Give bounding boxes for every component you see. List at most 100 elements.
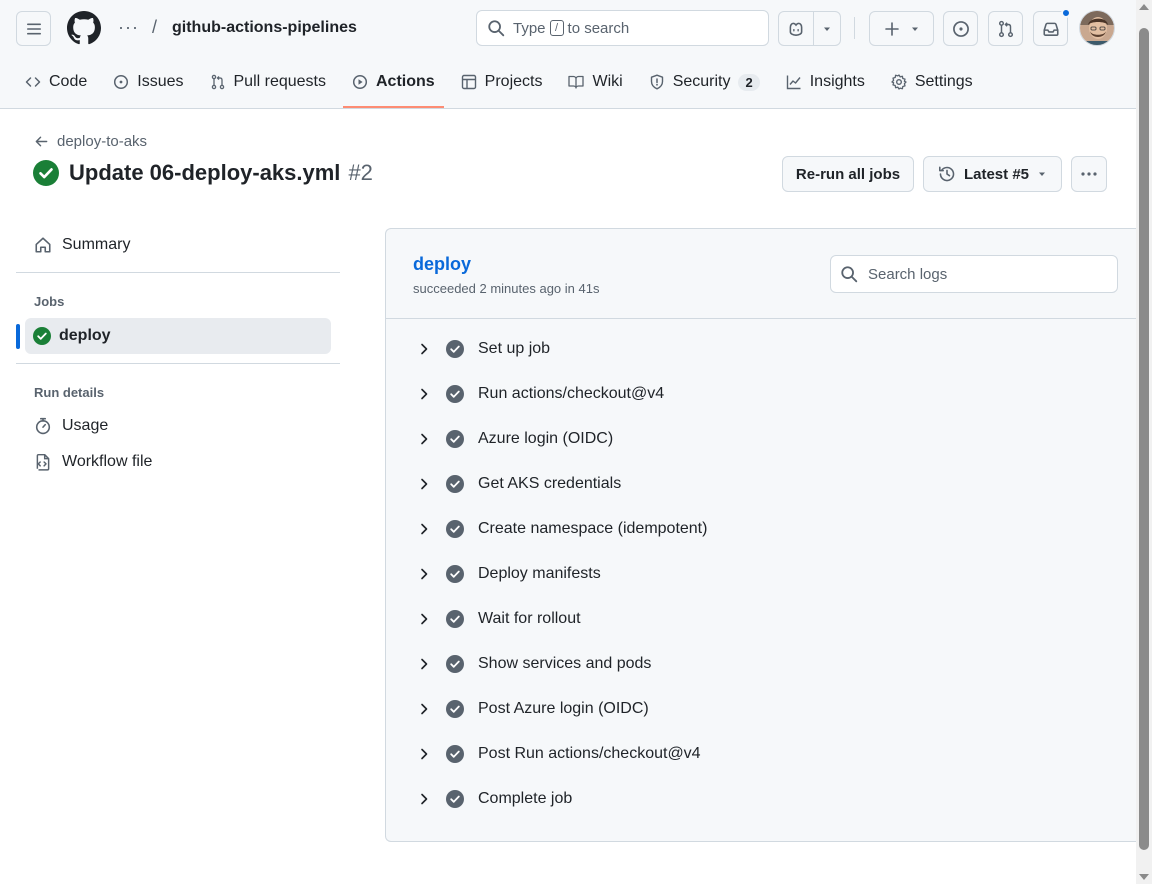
tab-label: Wiki: [592, 73, 623, 90]
job-step[interactable]: Show services and pods: [386, 641, 1137, 686]
search-icon: [488, 20, 505, 37]
your-pull-requests-button[interactable]: [988, 11, 1023, 46]
check-circle-fill-icon: [446, 744, 464, 763]
run-title-row: Update 06-deploy-aks.yml #2: [33, 160, 373, 186]
shield-icon: [650, 74, 663, 90]
tab-settings[interactable]: Settings: [882, 62, 982, 102]
chevron-right-icon: [421, 478, 428, 489]
check-circle-fill-icon: [446, 789, 464, 808]
check-circle-fill-icon: [33, 160, 59, 186]
job-step[interactable]: Create namespace (idempotent): [386, 506, 1137, 551]
tab-label: Issues: [137, 73, 184, 90]
copilot-dropdown[interactable]: [814, 12, 840, 45]
chevron-right-icon: [421, 388, 428, 399]
tab-insights[interactable]: Insights: [777, 62, 874, 102]
job-step[interactable]: Run actions/checkout@v4: [386, 371, 1137, 416]
job-step[interactable]: Azure login (OIDC): [386, 416, 1137, 461]
latest-attempt-dropdown[interactable]: Latest #5: [923, 156, 1062, 192]
tab-label: Projects: [484, 73, 543, 90]
tab-actions[interactable]: Actions: [343, 62, 444, 108]
job-step-label: Show services and pods: [478, 654, 652, 672]
tab-pull-requests[interactable]: Pull requests: [201, 62, 336, 102]
caret-down-icon: [824, 27, 831, 31]
chevron-right-icon: [421, 523, 428, 534]
scroll-down-arrow-icon[interactable]: [1139, 874, 1149, 880]
job-step[interactable]: Deploy manifests: [386, 551, 1137, 596]
repo-name-link[interactable]: github-actions-pipelines: [172, 19, 357, 37]
pull-request-icon: [211, 74, 224, 90]
issue-icon: [114, 74, 129, 90]
job-step-label: Post Azure login (OIDC): [478, 699, 649, 717]
job-steps-list: Set up job Run actions/checkout@v4 Azure…: [386, 326, 1137, 821]
tab-label: Code: [49, 73, 88, 90]
job-step-label: Get AKS credentials: [478, 474, 622, 492]
hamburger-icon: [26, 23, 41, 34]
jobs-heading: Jobs: [34, 294, 65, 309]
job-name-link[interactable]: deploy: [413, 254, 471, 275]
search-logs-input[interactable]: Search logs: [830, 255, 1118, 293]
sidebar-item-label: Summary: [62, 236, 131, 253]
check-circle-fill-icon: [446, 339, 464, 358]
create-new-button[interactable]: [869, 11, 934, 46]
back-to-workflow-link[interactable]: deploy-to-aks: [34, 133, 147, 150]
tab-label: Security: [672, 73, 731, 90]
graph-icon: [786, 75, 801, 90]
scrollbar-thumb[interactable]: [1139, 28, 1149, 850]
rerun-all-jobs-button[interactable]: Re-run all jobs: [782, 156, 914, 192]
search-prefix: Type: [513, 19, 546, 37]
inbox-icon: [1042, 22, 1059, 36]
sidebar-item-workflow-file[interactable]: Workflow file: [25, 453, 152, 471]
chevron-right-icon: [421, 613, 428, 624]
tab-code[interactable]: Code: [16, 62, 96, 102]
chevron-right-icon: [421, 343, 428, 354]
sidebar-item-usage[interactable]: Usage: [25, 417, 108, 435]
job-step[interactable]: Wait for rollout: [386, 596, 1137, 641]
check-circle-fill-icon: [33, 327, 51, 345]
global-search-input[interactable]: Type / to search: [476, 10, 769, 46]
tab-security[interactable]: Security 2: [640, 62, 769, 102]
tab-projects[interactable]: Projects: [452, 62, 552, 102]
app-header: ··· / github-actions-pipelines Type / to…: [0, 0, 1136, 109]
job-step-label: Wait for rollout: [478, 609, 581, 627]
job-step[interactable]: Post Run actions/checkout@v4: [386, 731, 1137, 776]
check-circle-fill-icon: [446, 609, 464, 628]
job-step[interactable]: Set up job: [386, 326, 1137, 371]
sidebar-item-summary[interactable]: Summary: [25, 236, 130, 254]
sidebar-item-job-deploy[interactable]: deploy: [25, 318, 331, 354]
tab-label: Insights: [809, 73, 865, 90]
job-step[interactable]: Post Azure login (OIDC): [386, 686, 1137, 731]
avatar[interactable]: [1079, 10, 1115, 46]
job-step[interactable]: Complete job: [386, 776, 1137, 821]
sidebar-divider: [16, 363, 340, 364]
page-title: Update 06-deploy-aks.yml: [69, 160, 341, 185]
your-issues-button[interactable]: [943, 11, 978, 46]
book-icon: [568, 75, 585, 89]
tab-label: Settings: [914, 73, 973, 90]
sidebar-job-label: deploy: [59, 327, 111, 344]
arrow-left-icon: [35, 136, 48, 147]
scroll-up-arrow-icon[interactable]: [1139, 4, 1149, 10]
sidebar-divider: [16, 272, 340, 273]
job-step-label: Post Run actions/checkout@v4: [478, 744, 701, 762]
file-code-icon: [36, 453, 50, 471]
menu-button[interactable]: [16, 11, 51, 46]
job-log-panel: deploy succeeded 2 minutes ago in 41s Se…: [385, 228, 1137, 842]
tab-wiki[interactable]: Wiki: [559, 62, 631, 102]
job-step-label: Complete job: [478, 789, 573, 807]
job-step[interactable]: Get AKS credentials: [386, 461, 1137, 506]
breadcrumb-more[interactable]: ···: [118, 17, 139, 38]
selected-indicator: [16, 324, 20, 349]
chevron-right-icon: [421, 748, 428, 759]
pull-request-icon: [998, 20, 1013, 37]
latest-label: Latest #5: [963, 165, 1030, 183]
copilot-button[interactable]: [779, 12, 815, 45]
chevron-right-icon: [421, 658, 428, 669]
more-options-button[interactable]: [1071, 156, 1107, 192]
check-circle-fill-icon: [446, 429, 464, 448]
job-status-meta: succeeded 2 minutes ago in 41s: [413, 281, 600, 296]
job-step-label: Set up job: [478, 339, 551, 357]
top-bar: ··· / github-actions-pipelines Type / to…: [0, 0, 1136, 58]
github-logo-icon[interactable]: [67, 11, 101, 45]
notification-indicator: [1061, 8, 1071, 18]
tab-issues[interactable]: Issues: [104, 62, 192, 102]
